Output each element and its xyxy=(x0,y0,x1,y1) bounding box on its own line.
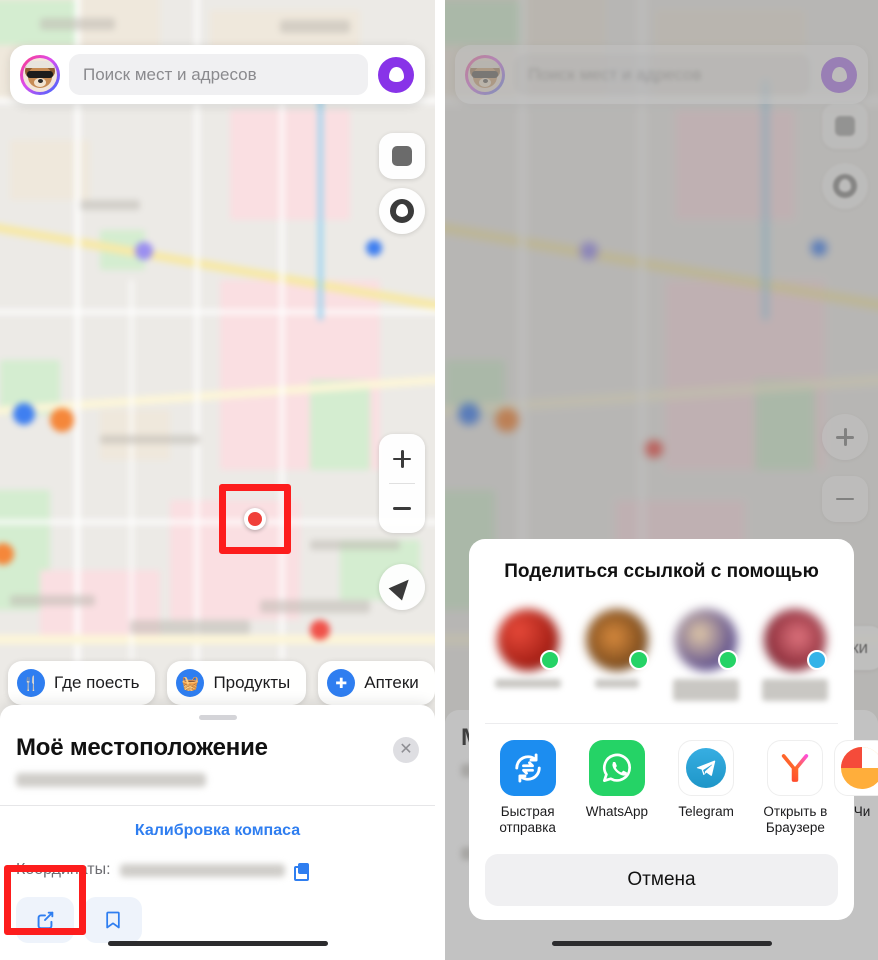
copy-icon[interactable] xyxy=(293,862,309,881)
share-app-list: Быстрая отправка WhatsApp Telegram Откры… xyxy=(469,724,878,836)
category-chips[interactable]: 🍴 Где поесть 🧺 Продукты ✚ Аптеки xyxy=(8,661,435,705)
panel-gap xyxy=(435,0,445,960)
share-sheet: Поделиться ссылкой с помощью Быстрая отп… xyxy=(469,538,878,920)
sheet-grabber[interactable] xyxy=(198,715,237,720)
app-label: Открыть в Браузере xyxy=(763,803,828,835)
close-button[interactable]: ✕ xyxy=(393,737,419,763)
coordinates-label: Координаты: xyxy=(16,861,111,878)
share-button[interactable] xyxy=(16,897,74,943)
home-indicator xyxy=(107,941,328,946)
share-sheet-title: Поделиться ссылкой с помощью xyxy=(504,560,819,582)
address-redacted xyxy=(16,773,206,787)
chip-pharmacies[interactable]: ✚ Аптеки xyxy=(318,661,435,705)
chip-label: Продукты xyxy=(213,673,291,692)
left-screenshot-panel: Поиск мест и адресов 🍴 Где поесть 🧺 Прод… xyxy=(0,0,435,960)
coordinates-value-redacted xyxy=(119,863,285,877)
cross-icon: ✚ xyxy=(327,669,356,697)
telegram-badge-icon xyxy=(807,649,828,670)
cancel-button[interactable]: Отмена xyxy=(485,854,838,906)
page-title: Моё местоположение xyxy=(16,734,268,761)
share-target-open-in-browser[interactable]: Открыть в Браузере xyxy=(751,739,840,836)
screenshot-root: Поиск мест и адресов 🍴 Где поесть 🧺 Прод… xyxy=(0,0,878,960)
place-card: Моё местоположение ✕ Калибровка компаса … xyxy=(0,705,435,960)
zoom-out-button[interactable] xyxy=(379,484,425,533)
chat-app-icon xyxy=(834,739,878,796)
chip-where-to-eat[interactable]: 🍴 Где поесть xyxy=(8,661,156,705)
contact-name-redacted xyxy=(762,678,829,701)
avatar xyxy=(585,608,649,671)
share-target-quick-send[interactable]: Быстрая отправка xyxy=(483,739,572,836)
share-target-chat[interactable]: Чи xyxy=(830,739,878,820)
chip-groceries[interactable]: 🧺 Продукты xyxy=(167,661,307,705)
app-label: WhatsApp xyxy=(585,803,649,819)
share-target-telegram[interactable]: Telegram xyxy=(662,739,751,836)
minus-icon xyxy=(393,507,411,510)
avatar xyxy=(496,608,560,671)
zoom-controls[interactable] xyxy=(379,434,425,533)
alice-icon xyxy=(378,56,414,93)
search-input[interactable]: Поиск мест и адресов xyxy=(69,54,368,95)
app-label: Чи xyxy=(853,803,871,819)
bookmark-button[interactable] xyxy=(84,897,142,943)
app-label: Telegram xyxy=(678,803,734,819)
my-location-marker[interactable] xyxy=(244,508,266,530)
plus-icon xyxy=(392,449,412,469)
contact-name-redacted xyxy=(673,678,740,701)
contact-item[interactable] xyxy=(662,608,751,701)
whatsapp-icon xyxy=(588,739,645,796)
whatsapp-badge-icon xyxy=(718,649,739,670)
alice-assistant-button[interactable] xyxy=(377,56,415,94)
yandex-browser-icon xyxy=(767,739,824,796)
dog-avatar-icon xyxy=(23,57,57,92)
search-bar[interactable]: Поиск мест и адресов xyxy=(10,45,425,104)
telegram-icon xyxy=(678,739,735,796)
contact-name-redacted xyxy=(594,678,640,688)
place-actions xyxy=(16,897,419,943)
chip-label: Где поесть xyxy=(54,673,140,692)
close-icon: ✕ xyxy=(399,741,413,758)
layers-button[interactable] xyxy=(379,188,425,234)
app-label: Быстрая отправка xyxy=(499,803,556,835)
fork-knife-icon: 🍴 xyxy=(17,669,45,697)
avatar[interactable] xyxy=(20,54,60,95)
compass-calibration-link[interactable]: Калибровка компаса xyxy=(16,806,419,840)
contact-suggestions xyxy=(469,583,854,707)
layers-icon xyxy=(390,199,414,223)
quick-share-icon xyxy=(499,739,556,796)
locate-me-button[interactable] xyxy=(379,564,425,610)
coordinates-row: Координаты: xyxy=(16,861,419,881)
location-dot-icon xyxy=(248,512,262,526)
rounded-square-icon xyxy=(392,146,412,166)
zoom-in-button[interactable] xyxy=(379,434,425,483)
whatsapp-badge-icon xyxy=(628,649,649,670)
whatsapp-badge-icon xyxy=(539,649,560,670)
right-screenshot-panel: Поиск мест и адресов ✚ Аптеки Моё местоп… xyxy=(445,0,878,960)
bookmark-icon xyxy=(106,911,120,929)
navigation-arrow-icon xyxy=(388,573,416,601)
share-external-icon xyxy=(37,911,54,930)
contact-name-redacted xyxy=(494,678,561,688)
contact-item[interactable] xyxy=(751,608,840,701)
contact-item[interactable] xyxy=(572,608,661,701)
share-target-whatsapp[interactable]: WhatsApp xyxy=(572,739,661,836)
basket-icon: 🧺 xyxy=(176,669,205,697)
avatar xyxy=(764,608,828,671)
avatar xyxy=(675,608,739,671)
contact-item[interactable] xyxy=(483,608,572,701)
chip-label: Аптеки xyxy=(364,673,419,692)
home-indicator xyxy=(551,941,772,946)
screenshot-button[interactable] xyxy=(379,133,425,179)
